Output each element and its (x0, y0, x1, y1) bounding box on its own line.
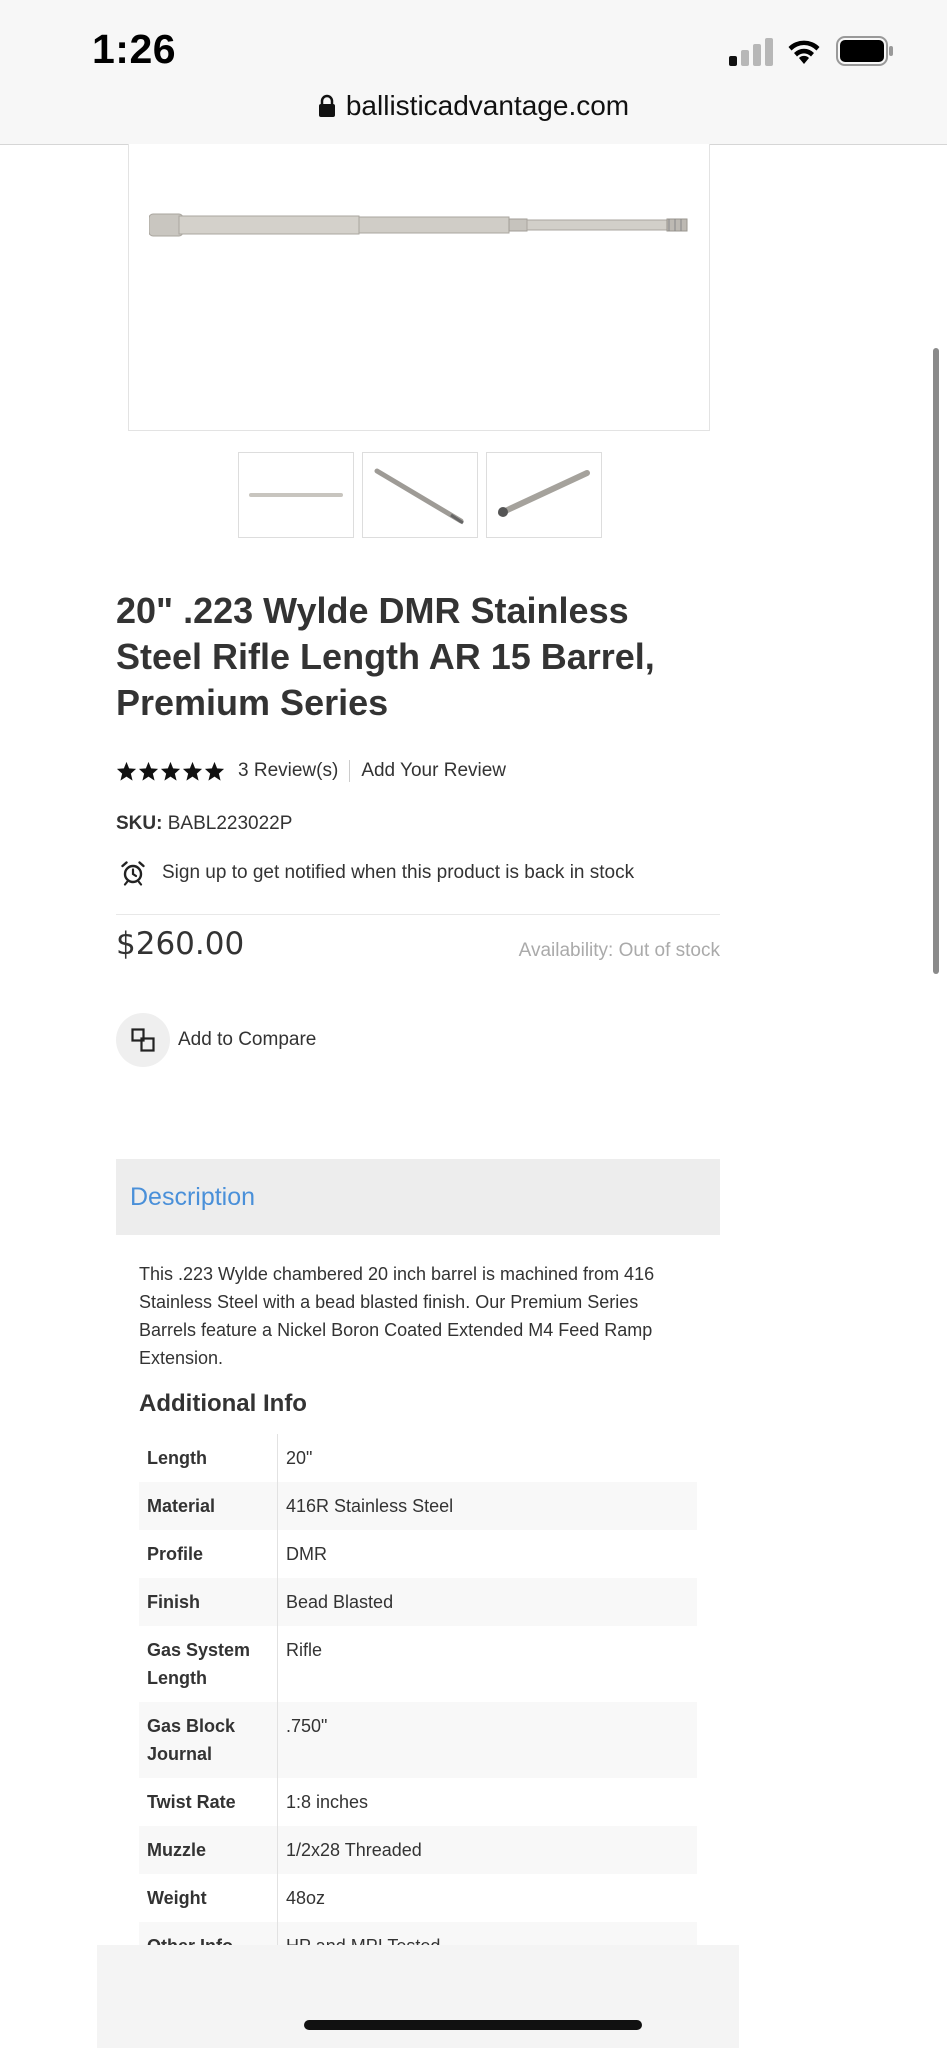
spec-label: Weight (139, 1874, 278, 1922)
add-to-compare-label: Add to Compare (178, 1029, 317, 1050)
spec-label: Finish (139, 1578, 278, 1626)
browser-top-bar: 1:26 ballisticadvantage.com (0, 0, 947, 145)
description-tab[interactable]: Description (116, 1159, 720, 1235)
barrel-image (149, 213, 688, 237)
table-row: Muzzle 1/2x28 Threaded (139, 1826, 697, 1874)
thumbnail-3[interactable] (486, 452, 602, 538)
add-to-compare-button[interactable]: Add to Compare (116, 1013, 316, 1067)
reviews-link[interactable]: 3 Review(s) (238, 760, 338, 782)
sku-label: SKU: (116, 813, 163, 834)
home-indicator[interactable] (304, 2020, 642, 2030)
star-icon (160, 761, 181, 781)
sku-value: BABL223022P (167, 813, 293, 834)
alarm-clock-icon (121, 861, 145, 886)
table-row: Gas System Length Rifle (139, 1626, 697, 1702)
spec-value: 416R Stainless Steel (286, 1496, 454, 1516)
spec-label: Muzzle (139, 1826, 278, 1874)
spec-label: Profile (139, 1530, 278, 1578)
spec-label: Material (139, 1482, 278, 1530)
rating-stars (116, 761, 225, 781)
product-main-image[interactable] (128, 144, 710, 431)
product-title: 20" .223 Wylde DMR Stainless Steel Rifle… (116, 590, 655, 723)
stock-notify-text: Sign up to get notified when this produc… (162, 862, 635, 883)
status-time: 1:26 (92, 26, 177, 72)
availability-status: Availability: Out of stock (518, 940, 720, 961)
table-row: Profile DMR (139, 1530, 697, 1578)
add-review-link[interactable]: Add Your Review (361, 760, 506, 782)
bottom-toolbar (97, 1945, 739, 2048)
cellular-signal-icon (729, 38, 773, 66)
table-row: Finish Bead Blasted (139, 1578, 697, 1626)
spec-value: .750" (286, 1716, 328, 1736)
spec-value: DMR (286, 1544, 327, 1564)
spec-label: Gas Block Journal (139, 1702, 278, 1778)
divider (116, 914, 720, 915)
product-price: $260.00 (116, 926, 245, 962)
thumbnail-strip (238, 452, 602, 538)
spec-label: Gas System Length (139, 1626, 278, 1702)
star-icon (116, 761, 137, 781)
description-tab-label: Description (130, 1183, 256, 1211)
compare-icon (131, 1028, 155, 1052)
compare-icon-circle (116, 1013, 170, 1067)
spec-label: Twist Rate (139, 1778, 278, 1826)
description-text: This .223 Wylde chambered 20 inch barrel… (139, 1264, 655, 1368)
table-row: Gas Block Journal .750" (139, 1702, 697, 1778)
table-row: Material 416R Stainless Steel (139, 1482, 697, 1530)
star-icon (138, 761, 159, 781)
sku-row: SKU: BABL223022P (116, 813, 292, 835)
spec-label: Length (139, 1434, 278, 1482)
lock-icon (318, 94, 335, 117)
spec-value: Rifle (286, 1640, 323, 1660)
specs-table: Length 20" Material 416R Stainless Steel… (139, 1434, 697, 1970)
spec-value: 48oz (286, 1888, 326, 1908)
additional-info-title: Additional Info (139, 1390, 307, 1417)
thumbnail-2[interactable] (362, 452, 478, 538)
page-scrollbar[interactable] (933, 348, 939, 974)
spec-value: Bead Blasted (286, 1592, 394, 1612)
star-icon (204, 761, 225, 781)
wifi-icon (788, 40, 820, 64)
stock-notify-link[interactable]: Sign up to get notified when this produc… (116, 860, 634, 886)
table-row: Length 20" (139, 1434, 697, 1482)
rating-row: 3 Review(s) Add Your Review (116, 760, 506, 782)
table-row: Twist Rate 1:8 inches (139, 1778, 697, 1826)
table-row: Weight 48oz (139, 1874, 697, 1922)
spec-value: 1/2x28 Threaded (286, 1840, 422, 1860)
spec-value: 20" (286, 1448, 313, 1468)
star-icon (182, 761, 203, 781)
address-bar[interactable]: ballisticadvantage.com (0, 90, 947, 122)
thumbnail-1[interactable] (238, 452, 354, 538)
rating-separator (349, 760, 351, 782)
url-text: ballisticadvantage.com (345, 90, 630, 121)
spec-value: 1:8 inches (286, 1792, 369, 1812)
battery-icon (836, 36, 893, 66)
